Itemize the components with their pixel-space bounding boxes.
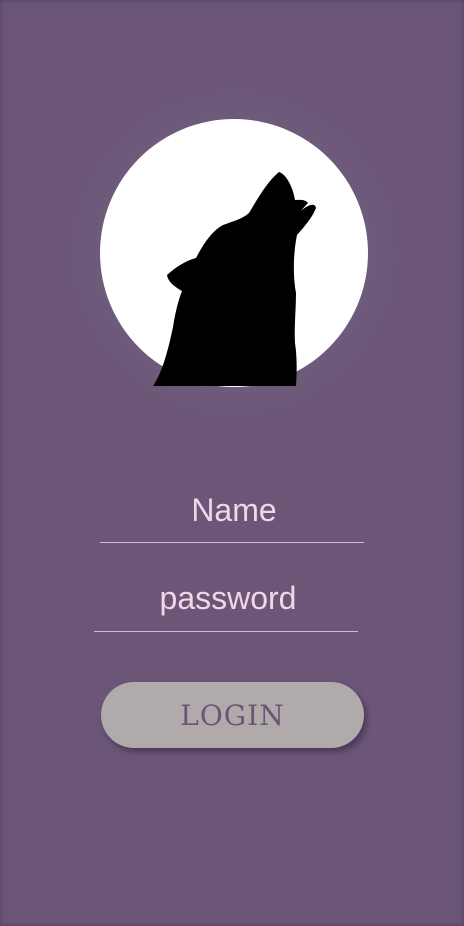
password-underline [94,631,358,632]
wolf-howling-moon-icon [100,119,368,387]
login-screen: LOGIN [0,0,464,926]
name-underline [100,542,364,543]
login-button-label: LOGIN [180,698,285,732]
password-field[interactable] [94,575,362,621]
name-field[interactable] [100,487,368,533]
login-button[interactable]: LOGIN [101,682,364,748]
